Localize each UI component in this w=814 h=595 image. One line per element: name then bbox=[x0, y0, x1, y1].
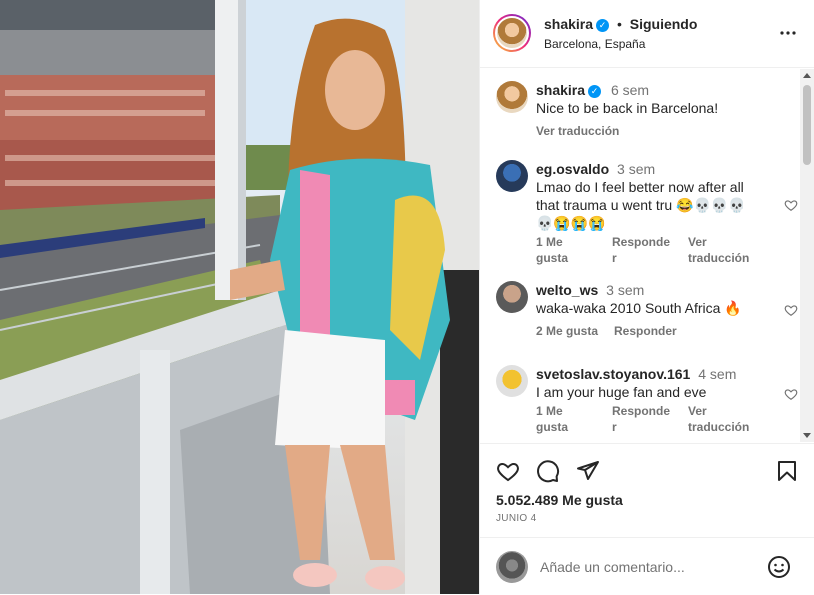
comment-time[interactable]: 4 sem bbox=[698, 366, 736, 382]
author-avatar[interactable] bbox=[493, 14, 531, 52]
verified-icon: ✓ bbox=[596, 19, 610, 32]
comment-reply-button[interactable]: Responder bbox=[612, 234, 672, 266]
comment-text-line: 💀😭😭😭 bbox=[536, 215, 606, 231]
post-details-pane: shakira ✓ • Siguiendo Barcelona, España s… bbox=[479, 0, 814, 594]
post-location[interactable]: Barcelona, España bbox=[544, 37, 645, 51]
comment-reply-button[interactable]: Responder bbox=[612, 403, 672, 435]
caption-text: Nice to be back in Barcelona! bbox=[536, 100, 719, 116]
comment-item: svetoslav.stoyanov.161 4 sem I am your h… bbox=[496, 365, 798, 435]
caption-translate-link[interactable]: Ver traducción bbox=[536, 123, 619, 139]
comment-avatar[interactable] bbox=[496, 160, 528, 192]
comment-username[interactable]: eg.osvaldo bbox=[536, 161, 609, 177]
comment-translate-link[interactable]: Ver traducción bbox=[688, 234, 758, 266]
separator-dot: • bbox=[616, 16, 622, 32]
comment-icon[interactable] bbox=[536, 459, 560, 483]
comment-likes[interactable]: 1 Me gusta bbox=[536, 234, 596, 266]
post-date[interactable]: JUNIO 4 bbox=[496, 513, 536, 524]
author-username[interactable]: shakira bbox=[544, 16, 593, 32]
comment-text-line: I am your huge fan and eve bbox=[536, 384, 707, 400]
comment-username[interactable]: welto_ws bbox=[536, 282, 598, 298]
comment-item: welto_ws 3 sem waka-waka 2010 South Afri… bbox=[496, 281, 798, 339]
caption-time[interactable]: 6 sem bbox=[611, 82, 649, 98]
comment-time[interactable]: 3 sem bbox=[606, 282, 644, 298]
comment-text-line: that trauma u went tru 😂💀💀💀 bbox=[536, 197, 746, 213]
comment-username[interactable]: svetoslav.stoyanov.161 bbox=[536, 366, 690, 382]
post-photo[interactable] bbox=[0, 0, 479, 594]
comment-avatar[interactable] bbox=[496, 365, 528, 397]
current-user-avatar bbox=[496, 551, 528, 583]
comment-translate-link[interactable]: Ver traducción bbox=[688, 403, 758, 435]
caption-avatar[interactable] bbox=[496, 81, 528, 113]
comment-text-line: waka-waka 2010 South Africa 🔥 bbox=[536, 300, 742, 316]
comments-list[interactable]: shakira ✓ 6 sem Nice to be back in Barcel… bbox=[480, 69, 800, 442]
scroll-up-icon[interactable] bbox=[803, 73, 811, 78]
comment-heart-icon[interactable] bbox=[784, 387, 798, 401]
comment-likes[interactable]: 1 Me gusta bbox=[536, 403, 596, 435]
post-actions: 5.052.489 Me gusta JUNIO 4 bbox=[480, 443, 814, 538]
caption-username[interactable]: shakira bbox=[536, 82, 585, 98]
post-header: shakira ✓ • Siguiendo Barcelona, España bbox=[480, 0, 814, 68]
following-button[interactable]: Siguiendo bbox=[630, 16, 698, 32]
bookmark-icon[interactable] bbox=[775, 459, 799, 483]
comment-avatar[interactable] bbox=[496, 281, 528, 313]
more-options-icon[interactable] bbox=[779, 24, 797, 47]
comment-heart-icon[interactable] bbox=[784, 198, 798, 212]
comment-time[interactable]: 3 sem bbox=[617, 161, 655, 177]
comment-text-line: Lmao do I feel better now after all bbox=[536, 179, 744, 195]
comments-scrollbar[interactable] bbox=[800, 69, 814, 442]
likes-count[interactable]: 5.052.489 Me gusta bbox=[496, 492, 623, 508]
comment-item: eg.osvaldo 3 sem Lmao do I feel better n… bbox=[496, 160, 798, 266]
comment-heart-icon[interactable] bbox=[784, 303, 798, 317]
share-icon[interactable] bbox=[576, 459, 600, 483]
comment-likes[interactable]: 2 Me gusta bbox=[536, 323, 598, 339]
heart-icon[interactable] bbox=[496, 459, 520, 483]
scrollbar-thumb[interactable] bbox=[803, 85, 811, 165]
verified-icon: ✓ bbox=[588, 85, 602, 98]
caption: shakira ✓ 6 sem Nice to be back in Barcel… bbox=[496, 81, 786, 139]
add-comment-bar: Añade un comentario... bbox=[480, 537, 814, 595]
scroll-down-icon[interactable] bbox=[803, 433, 811, 438]
comment-input[interactable]: Añade un comentario... bbox=[540, 559, 685, 575]
comment-reply-button[interactable]: Responder bbox=[614, 323, 677, 339]
emoji-icon[interactable] bbox=[767, 555, 791, 579]
photo-illustration bbox=[0, 0, 479, 594]
